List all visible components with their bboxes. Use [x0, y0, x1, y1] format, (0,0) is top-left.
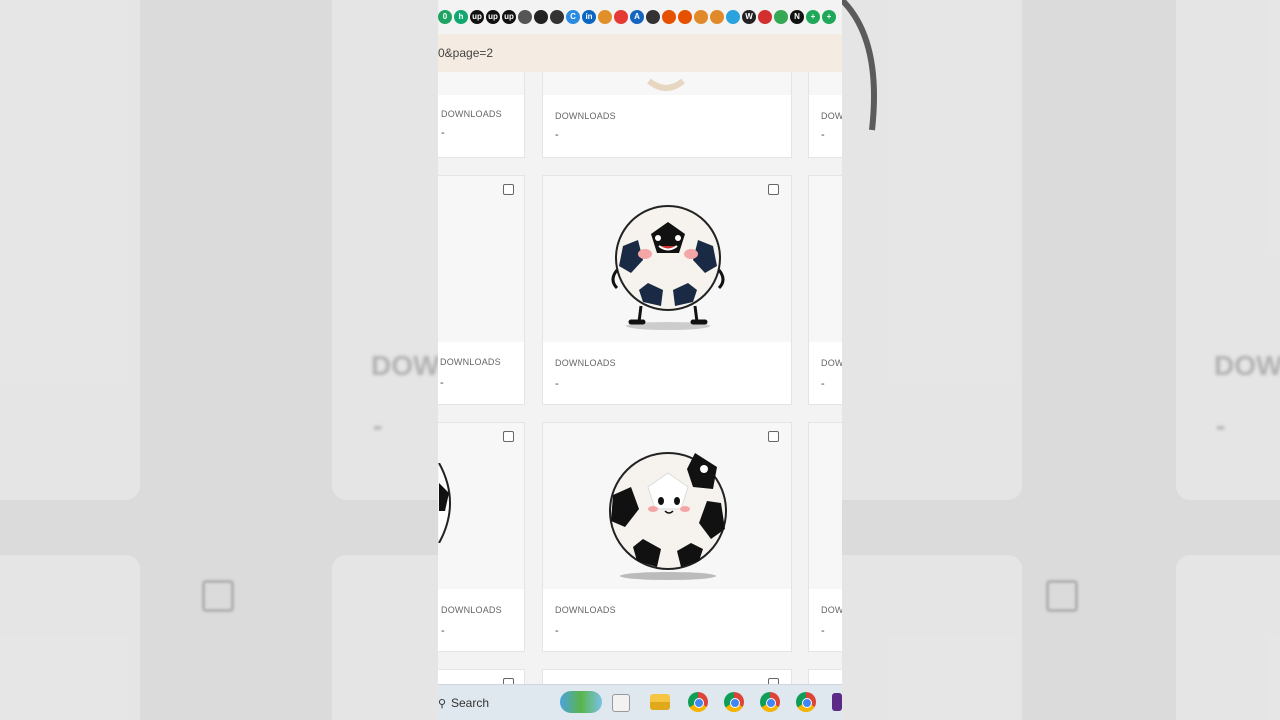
block-icon[interactable]	[534, 10, 548, 24]
downloads-value: -	[555, 625, 559, 637]
asset-card[interactable]: DOWNLOADS -	[542, 175, 792, 405]
triangle-icon[interactable]	[662, 10, 676, 24]
select-checkbox[interactable]	[768, 431, 779, 442]
square-icon[interactable]	[550, 10, 564, 24]
chrome-icon[interactable]	[796, 692, 816, 712]
chrome-icon[interactable]	[760, 692, 780, 712]
asset-card[interactable]	[438, 669, 525, 684]
chrome-icon[interactable]	[724, 692, 744, 712]
upwork-icon[interactable]: up	[470, 10, 484, 24]
widget-landscape-icon[interactable]	[560, 691, 602, 713]
plus-icon[interactable]: +	[822, 10, 836, 24]
chrome-icon[interactable]	[688, 692, 708, 712]
select-checkbox[interactable]	[768, 184, 779, 195]
downloads-value: -	[441, 625, 445, 637]
downloads-label: DOWNLOADS	[441, 109, 502, 119]
downloads-value: -	[441, 127, 445, 139]
asset-card[interactable]: DOWNLOADS -	[808, 422, 842, 652]
asset-card[interactable]: DOWNLOADS -	[438, 72, 525, 158]
downloads-label: DOWNLOADS	[821, 111, 842, 121]
soccer-ball-face-thumbnail	[609, 452, 727, 580]
asset-card[interactable]: DOWNLOADS -	[438, 422, 525, 652]
asset-thumbnail	[438, 463, 451, 543]
taskbar-search[interactable]: ⚲ Search	[438, 690, 550, 716]
task-view-icon[interactable]	[612, 694, 630, 712]
bars-icon[interactable]	[710, 10, 724, 24]
c-circle-icon[interactable]: C	[566, 10, 580, 24]
downloads-label: DOWNLOADS	[555, 358, 616, 368]
downloads-value: -	[821, 625, 825, 637]
bookmarks-bar: 0 h up up up Cin A W N + +	[438, 0, 842, 34]
asset-card[interactable]: DOWNLOADS -	[808, 175, 842, 405]
fox-icon[interactable]	[598, 10, 612, 24]
green-h-icon[interactable]: h	[454, 10, 468, 24]
address-text: 0&page=2	[438, 46, 494, 60]
downloads-value: -	[821, 378, 825, 390]
windows-taskbar: ⚲ Search	[438, 684, 842, 720]
globe-icon[interactable]	[518, 10, 532, 24]
upwork-icon[interactable]: up	[486, 10, 500, 24]
linkedin-icon[interactable]: in	[582, 10, 596, 24]
asset-card-overlay: DOWNLOADS -	[438, 175, 525, 405]
upwork-icon[interactable]: up	[502, 10, 516, 24]
app-icon[interactable]	[832, 693, 842, 711]
downloads-value: -	[555, 378, 559, 390]
bars-icon[interactable]	[694, 10, 708, 24]
address-bar[interactable]: 0&page=2	[438, 34, 842, 73]
triangle-icon[interactable]	[678, 10, 692, 24]
telegram-icon[interactable]	[726, 10, 740, 24]
plus-icon[interactable]: +	[806, 10, 820, 24]
w-icon[interactable]: W	[742, 10, 756, 24]
downloads-label: DOWNLOADS	[821, 358, 842, 368]
search-icon: ⚲	[438, 698, 447, 710]
select-checkbox[interactable]	[503, 431, 514, 442]
downloads-value: -	[555, 129, 559, 141]
asset-grid: DOWNLOADS - DOWNLOADS - DOWNLOADS -	[438, 72, 842, 684]
asset-thumbnail	[647, 78, 685, 91]
rainbow-icon[interactable]	[758, 10, 772, 24]
asset-card[interactable]: DOWNLOADS -	[808, 72, 842, 158]
asset-card[interactable]	[542, 669, 792, 684]
soccer-ball-character-thumbnail	[611, 205, 725, 330]
green-circle-icon[interactable]: 0	[438, 10, 452, 24]
a-icon[interactable]: A	[630, 10, 644, 24]
asset-card[interactable]	[808, 669, 842, 684]
downloads-label: DOWNLOADS	[555, 605, 616, 615]
asset-card[interactable]: DOWNLOADS -	[542, 422, 792, 652]
downloads-label: DOWNLOADS	[440, 357, 501, 367]
browser-screen: 0 h up up up Cin A W N + + 0&page=2 DOWNLOADS - DO…	[438, 0, 842, 720]
downloads-label: DOWNLOADS	[821, 605, 842, 615]
no-entry-icon[interactable]	[614, 10, 628, 24]
blurred-backdrop-right: DOW -	[842, 0, 1280, 720]
white-box-icon[interactable]	[646, 10, 660, 24]
drive-icon[interactable]	[774, 10, 788, 24]
blurred-backdrop-left: DOWN -	[0, 0, 438, 720]
notion-icon[interactable]: N	[790, 10, 804, 24]
file-explorer-icon[interactable]	[650, 694, 670, 710]
taskbar-search-label: Search	[451, 696, 490, 710]
downloads-value: -	[440, 377, 444, 389]
downloads-label: DOWNLOADS	[441, 605, 502, 615]
asset-card[interactable]: DOWNLOADS -	[542, 72, 792, 158]
downloads-label: DOWNLOADS	[555, 111, 616, 121]
downloads-value: -	[821, 129, 825, 141]
